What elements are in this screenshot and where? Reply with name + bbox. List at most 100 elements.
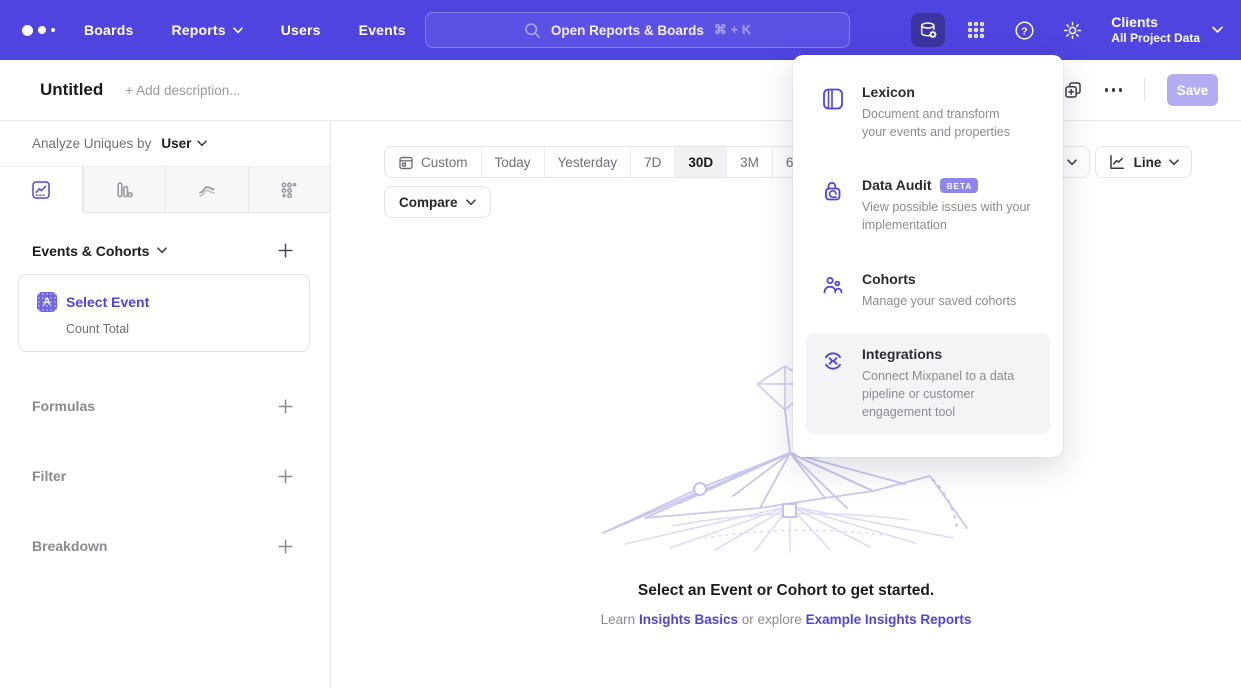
- tab-bar-chart[interactable]: [83, 167, 166, 212]
- breakdown-label: Breakdown: [32, 538, 107, 554]
- nav-item-boards[interactable]: Boards: [84, 22, 133, 38]
- empty-state-title: Select an Event or Cohort to get started…: [331, 582, 1241, 600]
- learn-prefix: Learn: [601, 612, 636, 627]
- menu-item-cohorts[interactable]: Cohorts Manage your saved cohorts: [806, 258, 1050, 323]
- cohorts-icon: [820, 271, 846, 310]
- org-name: Clients: [1111, 14, 1200, 32]
- chart-style-selector[interactable]: Line: [1095, 146, 1192, 178]
- line-chart-icon: [1108, 153, 1126, 171]
- chevron-down-icon: [197, 140, 207, 147]
- events-cohorts-toggle[interactable]: Events & Cohorts: [32, 243, 167, 259]
- search-shortcut: ⌘ + K: [714, 22, 751, 38]
- compare-button[interactable]: Compare: [384, 186, 491, 218]
- date-range-custom[interactable]: Custom: [385, 147, 481, 177]
- plus-icon: [277, 242, 294, 259]
- lexicon-icon: [820, 84, 846, 141]
- insights-report-page: Boards Reports Users Events Open Reports…: [0, 0, 1241, 688]
- add-formula-button[interactable]: [277, 398, 294, 415]
- chevron-down-icon: [157, 247, 167, 254]
- analyze-by-selector[interactable]: User: [161, 136, 207, 151]
- add-breakdown-button[interactable]: [277, 538, 294, 555]
- add-filter-button[interactable]: [277, 468, 294, 485]
- date-range-yesterday[interactable]: Yesterday: [544, 147, 631, 177]
- nav-links: Boards Reports Users Events: [84, 22, 406, 38]
- tab-flow-chart[interactable]: [165, 167, 248, 212]
- duplicate-button[interactable]: [1063, 80, 1083, 100]
- plus-icon: [277, 398, 294, 415]
- copy-icon: [1063, 80, 1083, 100]
- insights-basics-link[interactable]: Insights Basics: [639, 612, 738, 627]
- data-management-button[interactable]: [911, 13, 945, 47]
- database-gear-icon: [918, 20, 939, 41]
- date-range-30d[interactable]: 30D: [674, 147, 726, 177]
- dot-grid-icon: [966, 20, 986, 40]
- global-search-input[interactable]: Open Reports & Boards ⌘ + K: [425, 12, 850, 48]
- menu-item-title: Lexicon: [862, 84, 1026, 100]
- nav-right-controls: ? Clients All Project Data: [911, 0, 1223, 60]
- formulas-label: Formulas: [32, 398, 95, 414]
- breakdown-section[interactable]: Breakdown: [32, 530, 294, 562]
- menu-item-description: View possible issues with your implement…: [862, 198, 1040, 234]
- compare-label: Compare: [399, 195, 458, 210]
- nav-item-reports[interactable]: Reports: [171, 22, 242, 38]
- plus-icon: [277, 538, 294, 555]
- project-scope: All Project Data: [1111, 31, 1200, 46]
- mixpanel-logo-icon[interactable]: [22, 25, 66, 36]
- date-range-7d[interactable]: 7D: [630, 147, 674, 177]
- menu-item-description: Document and transform your events and p…: [862, 105, 1026, 141]
- chevron-down-icon: [1169, 159, 1179, 166]
- nav-item-reports-label: Reports: [171, 22, 225, 38]
- apps-grid-button[interactable]: [959, 13, 993, 47]
- date-range-3m[interactable]: 3M: [726, 147, 772, 177]
- chevron-down-icon: [1212, 26, 1223, 34]
- menu-item-lexicon[interactable]: Lexicon Document and transform your even…: [806, 71, 1050, 154]
- query-builder-sidebar: Analyze Uniques by User: [0, 121, 331, 688]
- events-cohorts-header: Events & Cohorts: [32, 242, 294, 259]
- project-selector[interactable]: Clients All Project Data: [1111, 14, 1223, 47]
- menu-item-data-audit[interactable]: Data Audit BETA View possible issues wit…: [806, 164, 1050, 247]
- data-audit-icon: [820, 177, 846, 234]
- select-event-label[interactable]: Select Event: [66, 294, 149, 310]
- analyze-label: Analyze Uniques by: [32, 136, 151, 151]
- tab-line-chart[interactable]: [0, 167, 83, 213]
- settings-button[interactable]: [1055, 13, 1089, 47]
- beta-badge: BETA: [940, 178, 978, 193]
- analyze-row: Analyze Uniques by User: [0, 121, 330, 167]
- save-button[interactable]: Save: [1167, 74, 1218, 106]
- menu-item-title: Data Audit: [862, 177, 931, 193]
- event-series-badge: A: [37, 292, 57, 312]
- help-button[interactable]: ?: [1007, 13, 1041, 47]
- tab-metrics-grid[interactable]: [248, 167, 331, 212]
- calendar-icon: [398, 154, 414, 171]
- chevron-down-icon: [1067, 159, 1077, 166]
- menu-item-description: Manage your saved cohorts: [862, 292, 1016, 310]
- nav-item-events[interactable]: Events: [359, 22, 406, 38]
- empty-state-links: Learn Insights Basics or explore Example…: [331, 612, 1241, 627]
- chevron-down-icon: [466, 199, 476, 206]
- menu-item-description: Connect Mixpanel to a data pipeline or c…: [862, 367, 1040, 421]
- menu-item-title: Integrations: [862, 346, 1040, 362]
- add-event-button[interactable]: [277, 242, 294, 259]
- question-circle-icon: ?: [1014, 20, 1035, 41]
- date-range-today[interactable]: Today: [481, 147, 544, 177]
- report-title[interactable]: Untitled: [40, 80, 103, 100]
- search-placeholder: Open Reports & Boards: [551, 23, 704, 38]
- menu-item-integrations[interactable]: Integrations Connect Mixpanel to a data …: [806, 333, 1050, 434]
- formulas-section[interactable]: Formulas: [32, 390, 294, 422]
- flow-icon: [196, 179, 218, 201]
- gear-icon: [1062, 20, 1083, 41]
- date-range-custom-label: Custom: [421, 155, 468, 170]
- event-card[interactable]: A Select Event Count Total: [18, 274, 310, 352]
- add-description-field[interactable]: + Add description...: [125, 83, 240, 98]
- chart-style-label: Line: [1134, 155, 1162, 170]
- event-metric[interactable]: Count Total: [66, 322, 293, 336]
- data-management-menu: Lexicon Document and transform your even…: [793, 55, 1063, 457]
- filter-section[interactable]: Filter: [32, 460, 294, 492]
- nav-item-users[interactable]: Users: [281, 22, 321, 38]
- more-options-button[interactable]: [1105, 88, 1123, 92]
- svg-text:?: ?: [1021, 25, 1027, 37]
- example-insights-reports-link[interactable]: Example Insights Reports: [806, 612, 972, 627]
- line-chart-icon: [30, 179, 52, 201]
- menu-item-title: Cohorts: [862, 271, 1016, 287]
- filter-label: Filter: [32, 468, 66, 484]
